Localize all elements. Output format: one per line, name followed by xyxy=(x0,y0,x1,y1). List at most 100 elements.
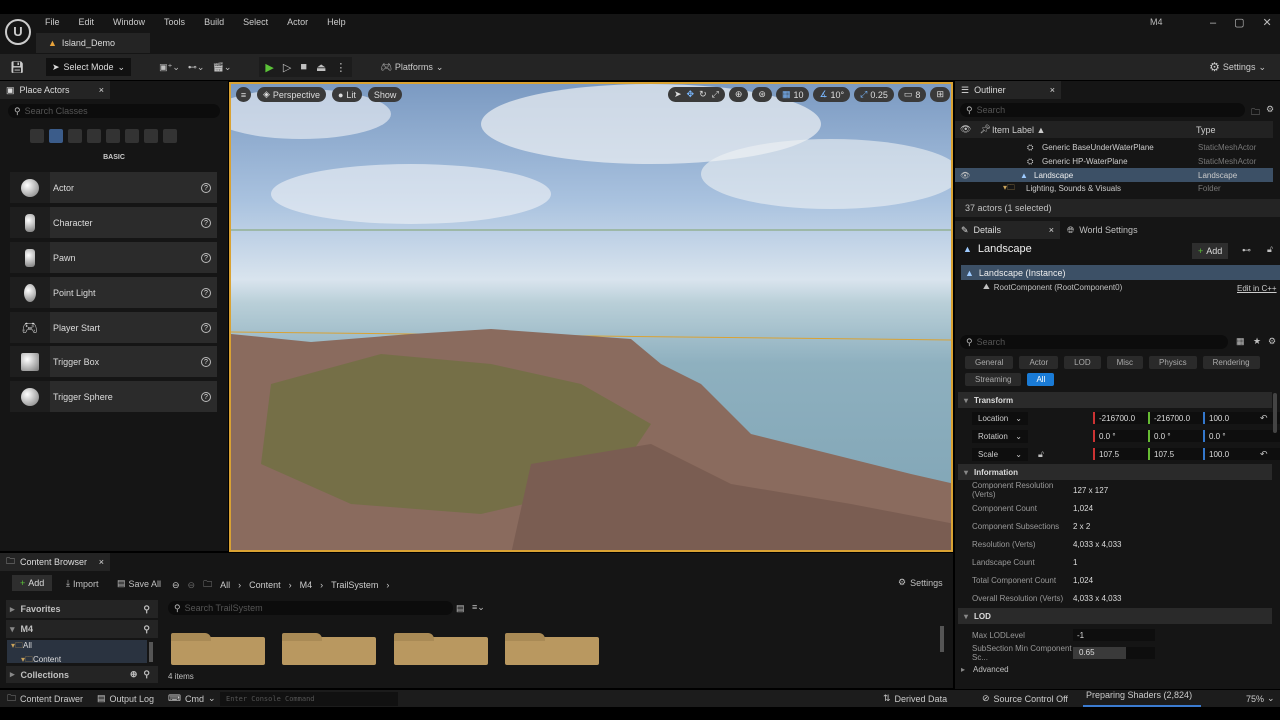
search-icon[interactable]: ⚲ xyxy=(143,604,150,615)
actor-item-character[interactable]: Character? xyxy=(10,207,217,238)
lock-icon[interactable]: 🔓︎ xyxy=(1267,244,1273,255)
move-icon[interactable]: ✥ xyxy=(687,89,695,100)
breadcrumb-all[interactable]: All xyxy=(220,580,230,590)
location-z-field[interactable]: 100.0 xyxy=(1203,412,1280,424)
actor-item-actor[interactable]: Actor? xyxy=(10,172,217,203)
play-icon[interactable]: ▶ xyxy=(265,61,273,74)
volumes-icon[interactable] xyxy=(144,129,158,143)
help-icon[interactable]: ? xyxy=(201,356,211,367)
filter-general[interactable]: General xyxy=(965,356,1014,369)
breadcrumb-m4[interactable]: M4 xyxy=(300,580,313,590)
forward-icon[interactable]: ⊖ xyxy=(188,580,196,591)
table-view-icon[interactable]: ▦ xyxy=(1236,336,1245,347)
scale-snap-button[interactable]: ⤢ 0.25 xyxy=(854,87,894,102)
all-classes-icon[interactable] xyxy=(163,129,177,143)
menu-tools[interactable]: Tools xyxy=(164,17,185,27)
scale-dropdown[interactable]: Scale ⌄ xyxy=(972,447,1028,461)
menu-window[interactable]: Window xyxy=(113,17,145,27)
actor-item-pawn[interactable]: Pawn? xyxy=(10,242,217,273)
section-lod[interactable]: ▾ LOD xyxy=(958,608,1272,624)
stop-icon[interactable]: ■ xyxy=(300,61,307,73)
help-icon[interactable]: ? xyxy=(201,391,211,402)
layout-button[interactable]: ⊞ xyxy=(930,87,950,102)
scale-z-field[interactable]: 100.0 xyxy=(1203,448,1280,460)
gear-icon[interactable]: ⚙ xyxy=(1266,104,1274,115)
back-icon[interactable]: ⊖ xyxy=(172,580,180,591)
step-icon[interactable]: ▷ xyxy=(283,61,291,74)
rotation-z-field[interactable]: 0.0 ° xyxy=(1203,430,1280,442)
eject-icon[interactable]: ⏏ xyxy=(316,61,326,74)
breadcrumb-content[interactable]: Content xyxy=(249,580,281,590)
rotation-snap-button[interactable]: ∡ 10° xyxy=(813,87,851,102)
help-icon[interactable]: ? xyxy=(201,322,211,333)
basic-icon[interactable] xyxy=(49,129,63,143)
visibility-icon[interactable]: 👁︎ xyxy=(960,171,970,180)
unreal-logo[interactable]: U xyxy=(5,19,31,45)
filter-rendering[interactable]: Rendering xyxy=(1202,356,1260,369)
outliner-search-input[interactable]: ⚲ Search xyxy=(960,103,1245,117)
help-icon[interactable]: ? xyxy=(201,287,211,298)
filter-icon[interactable]: ≡⌄ xyxy=(472,602,485,613)
gear-icon[interactable]: ⚙ xyxy=(1268,336,1276,347)
camera-speed-button[interactable]: ▭ 8 xyxy=(897,87,927,102)
world-local-button[interactable]: ⊕ xyxy=(728,87,749,102)
filter-physics[interactable]: Physics xyxy=(1149,356,1197,369)
max-lod-field[interactable]: -1 xyxy=(1073,629,1155,641)
outliner-row[interactable]: ▾🗀︎ Lighting, Sounds & Visuals Folder xyxy=(955,182,1273,195)
lit-button[interactable]: ● Lit xyxy=(331,87,362,102)
filter-actor[interactable]: Actor xyxy=(1019,356,1059,369)
close-tab-icon[interactable]: × xyxy=(1050,85,1055,95)
menu-file[interactable]: File xyxy=(45,17,60,27)
outliner-row-selected[interactable]: 👁︎ ▲ Landscape Landscape xyxy=(955,168,1273,182)
perspective-button[interactable]: ◈ Perspective xyxy=(257,87,326,102)
menu-build[interactable]: Build xyxy=(204,17,224,27)
visibility-icon[interactable]: 👁︎ xyxy=(960,124,971,135)
grid-snap-button[interactable]: ▦ 10 xyxy=(775,87,810,102)
menu-edit[interactable]: Edit xyxy=(79,17,95,27)
section-advanced[interactable]: ▸ Advanced xyxy=(961,665,1009,674)
details-scrollbar[interactable] xyxy=(1273,393,1277,433)
tree-scrollbar[interactable] xyxy=(149,642,153,662)
tab-details[interactable]: ✎ Details × xyxy=(955,221,1060,239)
derived-data-button[interactable]: ⇅ Derived Data xyxy=(883,693,947,704)
lights-icon[interactable] xyxy=(68,129,82,143)
folder-tile[interactable] xyxy=(282,633,376,665)
content-scrollbar[interactable] xyxy=(940,626,944,652)
help-icon[interactable]: ? xyxy=(201,252,211,263)
recent-icon[interactable] xyxy=(30,129,44,143)
search-icon[interactable]: ⚲ xyxy=(143,624,150,635)
filter-all[interactable]: All xyxy=(1027,373,1055,386)
lock-icon[interactable]: 🔓︎ xyxy=(1038,449,1044,460)
add-button[interactable]: + Add xyxy=(12,575,53,591)
m4-section[interactable]: ▾ M4 ⚲ xyxy=(6,620,158,638)
shapes-icon[interactable] xyxy=(87,129,101,143)
add-folder-icon[interactable]: 🗀︎ xyxy=(1251,105,1260,121)
visual-effects-icon[interactable] xyxy=(125,129,139,143)
save-all-button[interactable]: ▤ Save All xyxy=(117,578,161,589)
favorites-section[interactable]: ▸ Favorites ⚲ xyxy=(6,600,158,618)
pin-icon[interactable]: 📌︎ xyxy=(979,124,990,135)
actor-item-point-light[interactable]: Point Light? xyxy=(10,277,217,308)
settings-dropdown[interactable]: ⚙ Settings ⌄ xyxy=(1209,60,1266,74)
blueprint-icon[interactable]: ⊷ xyxy=(1242,245,1251,256)
select-icon[interactable]: ➤ xyxy=(674,89,682,100)
close-button[interactable]: ✕ xyxy=(1263,16,1272,29)
close-tab-icon[interactable]: × xyxy=(99,85,104,95)
add-actor-icon[interactable]: ▣⁺⌄ xyxy=(159,62,180,73)
tab-world-settings[interactable]: 🌐︎ World Settings xyxy=(1067,221,1138,239)
folder-tile[interactable] xyxy=(394,633,488,665)
show-button[interactable]: Show xyxy=(367,87,403,102)
edit-in-cpp-link[interactable]: Edit in C++ xyxy=(1237,284,1277,293)
help-icon[interactable]: ? xyxy=(201,217,211,228)
outliner-row[interactable]: ⛭ Generic HP-WaterPlane StaticMeshActor xyxy=(955,155,1273,168)
blueprint-icon[interactable]: ⊷⌄ xyxy=(188,62,205,73)
source-control-button[interactable]: ⊘ Source Control Off xyxy=(982,693,1068,704)
cinematic-icon[interactable] xyxy=(106,129,120,143)
root-component-row[interactable]: ⛰︎ RootComponent (RootComponent0) xyxy=(983,282,1122,292)
import-button[interactable]: ⤓ Import xyxy=(66,578,99,589)
menu-help[interactable]: Help xyxy=(327,17,346,27)
output-log-button[interactable]: ▤ Output Log xyxy=(97,693,154,704)
save-icon[interactable]: 💾︎ xyxy=(10,61,24,74)
viewport-menu-button[interactable]: ≡ xyxy=(236,87,251,102)
folder-tile[interactable] xyxy=(505,633,599,665)
